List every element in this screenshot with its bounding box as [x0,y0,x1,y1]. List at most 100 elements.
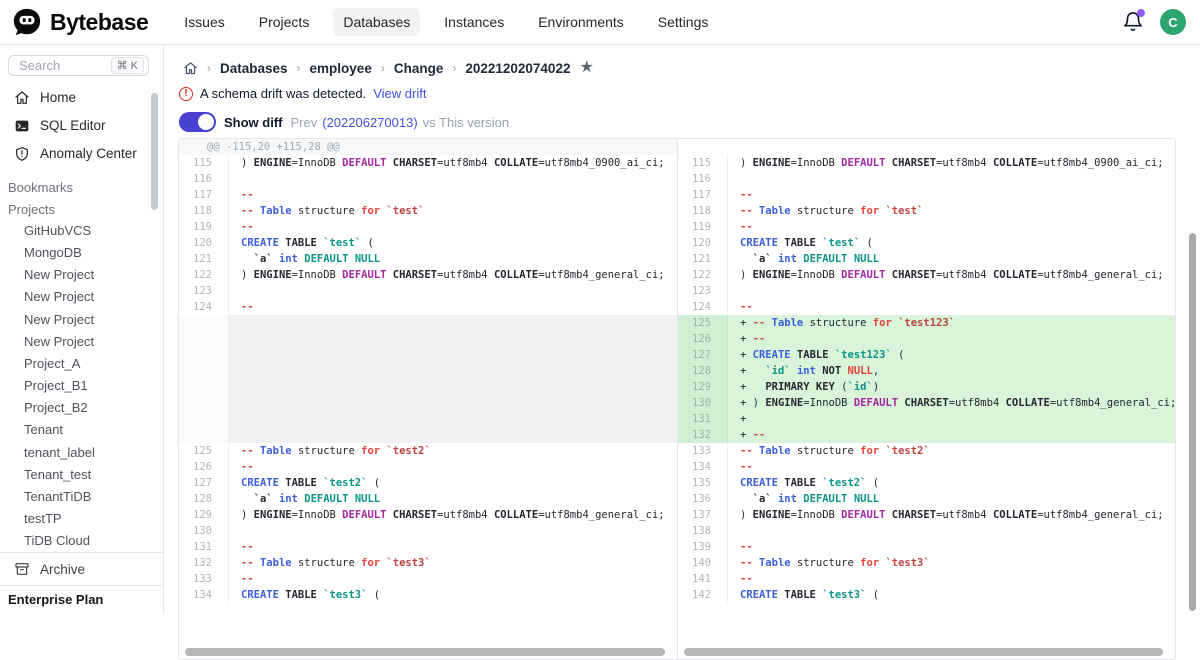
sidebar-item-sql-editor[interactable]: SQL Editor [0,112,163,140]
code-line: ) ENGINE=InnoDB DEFAULT CHARSET=utf8mb4 … [728,155,1175,171]
notification-dot [1137,9,1145,17]
code-line [728,171,1175,187]
project-item[interactable]: New Project [0,308,163,330]
diff-row: 137) ENGINE=InnoDB DEFAULT CHARSET=utf8m… [678,507,1175,523]
code-line: -- [728,299,1175,315]
line-number: 123 [678,283,728,299]
diff-row: 131-- [179,539,677,555]
diff-row: 132-- Table structure for `test3` [179,555,677,571]
bytebase-logo-icon [12,7,42,37]
archive-label: Archive [40,562,85,577]
diff-row: 141-- [678,571,1175,587]
line-number: 121 [678,251,728,267]
diff-row-added: 127+ CREATE TABLE `test123` ( [678,347,1175,363]
project-item[interactable]: TiDB Cloud [0,530,163,552]
line-number: 123 [179,283,229,299]
sidebar-item-label: SQL Editor [40,118,106,133]
diff-row: 124-- [678,299,1175,315]
nav-item-settings[interactable]: Settings [648,8,719,36]
alert-icon: ! [179,87,193,101]
diff-row: 115) ENGINE=InnoDB DEFAULT CHARSET=utf8m… [179,155,677,171]
sidebar-scrollbar[interactable] [151,93,158,210]
sidebar-item-archive[interactable]: Archive [0,553,163,585]
sidebar-item-home[interactable]: Home [0,84,163,112]
show-diff-toggle[interactable] [179,112,216,132]
diff-row: 119-- [678,219,1175,235]
nav-item-issues[interactable]: Issues [174,8,234,36]
project-item[interactable]: Project_A [0,352,163,374]
line-number: 139 [678,539,728,555]
code-line: + [728,411,1175,427]
project-item[interactable]: TenantTiDB [0,485,163,507]
line-number: 124 [179,299,229,315]
sidebar-item-label: Home [40,90,76,105]
horizontal-scrollbar-left[interactable] [185,648,665,656]
diff-row-added: 128+ `id` int NOT NULL, [678,363,1175,379]
diff-row: 140-- Table structure for `test3` [678,555,1175,571]
diff-panel: @@ -115,20 +115,28 @@ 115) ENGINE=InnoDB… [178,138,1176,660]
code-line: -- [229,539,677,555]
code-line: -- [229,219,677,235]
code-line: CREATE TABLE `test3` ( [728,587,1175,603]
project-item[interactable]: Tenant_test [0,463,163,485]
nav-item-environments[interactable]: Environments [528,8,634,36]
user-avatar[interactable]: C [1160,9,1186,35]
project-item[interactable]: New Project [0,264,163,286]
diff-row: 118-- Table structure for `test` [678,203,1175,219]
sidebar-item-anomaly-center[interactable]: Anomaly Center [0,140,163,168]
brand-logo[interactable]: Bytebase [12,7,148,37]
code-line: `a` int DEFAULT NULL [728,491,1175,507]
project-item[interactable]: Project_B1 [0,375,163,397]
nav-item-databases[interactable]: Databases [333,8,420,36]
project-item[interactable]: Tenant [0,419,163,441]
code-line [728,523,1175,539]
code-line: -- Table structure for `test3` [728,555,1175,571]
line-number: 122 [678,267,728,283]
line-number: 129 [179,507,229,523]
view-drift-link[interactable]: View drift [373,86,426,101]
prev-version-link[interactable]: (202206270013) [322,115,417,130]
diff-row-added: 131+ [678,411,1175,427]
horizontal-scrollbar-right[interactable] [684,648,1163,656]
project-item[interactable]: testTP [0,508,163,530]
project-item[interactable]: Project_B2 [0,397,163,419]
search-input[interactable] [17,57,99,74]
search-box[interactable]: ⌘ K [8,55,149,76]
code-line: -- Table structure for `test` [728,203,1175,219]
breadcrumb: ›Databases›employee›Change›2022120207402… [183,60,1200,76]
breadcrumb-star-icon[interactable]: ★ [579,60,593,76]
breadcrumb-item[interactable]: employee [310,61,372,76]
project-item[interactable]: GitHubVCS [0,219,163,241]
nav-item-instances[interactable]: Instances [434,8,514,36]
section-label-projects: Projects [0,202,163,218]
breadcrumb-item[interactable]: Change [394,61,444,76]
project-item[interactable]: MongoDB [0,241,163,263]
diff-row: 139-- [678,539,1175,555]
code-line: ) ENGINE=InnoDB DEFAULT CHARSET=utf8mb4 … [229,507,677,523]
line-number: 133 [678,443,728,459]
diff-row: 138 [678,523,1175,539]
breadcrumb-item[interactable]: 20221202074022 [465,61,570,76]
page-vertical-scrollbar[interactable] [1189,233,1196,611]
code-line: -- [728,571,1175,587]
project-item[interactable]: tenant_label [0,441,163,463]
diff-row: 119-- [179,219,677,235]
breadcrumb-separator: › [452,61,456,75]
diff-row: 134-- [678,459,1175,475]
code-line: -- [728,187,1175,203]
line-number: 118 [179,203,229,219]
project-item[interactable]: New Project [0,286,163,308]
breadcrumb-item[interactable]: Databases [220,61,288,76]
breadcrumb-home-icon[interactable] [183,61,198,76]
project-item[interactable]: New Project [0,330,163,352]
code-line: -- [229,299,677,315]
nav-item-projects[interactable]: Projects [249,8,320,36]
code-line: CREATE TABLE `test3` ( [229,587,677,603]
project-list: GitHubVCSMongoDBNew ProjectNew ProjectNe… [0,219,163,552]
diff-row: 120CREATE TABLE `test` ( [678,235,1175,251]
line-number: 132 [678,427,728,443]
brand-name: Bytebase [50,9,148,36]
line-number: 121 [179,251,229,267]
diff-toggle-bar: Show diff Prev (202206270013) vs This ve… [179,112,1200,132]
notification-bell[interactable] [1122,11,1144,33]
